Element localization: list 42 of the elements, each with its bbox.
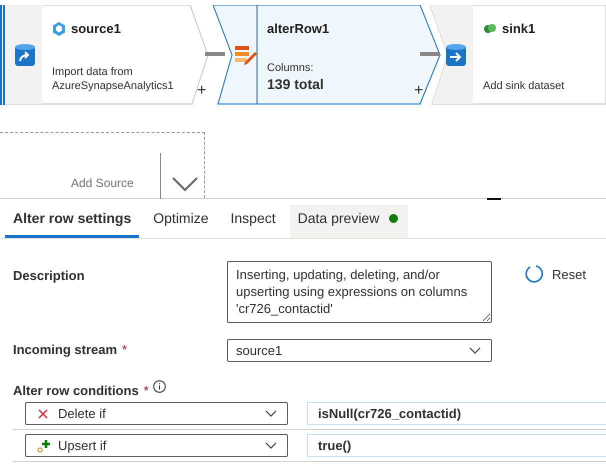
add-button[interactable]: + — [197, 83, 206, 99]
info-icon — [152, 380, 166, 393]
cross-icon — [36, 406, 50, 420]
scroll-marker — [487, 198, 501, 200]
asterisk-plus-icon — [36, 438, 50, 452]
tab[interactable]: Alter row settings — [5, 205, 140, 238]
chevron-down-icon — [469, 346, 481, 354]
circles-icon — [483, 21, 497, 36]
condition-type-dropdown[interactable]: Upsert if — [25, 434, 288, 457]
node-title: alterRow1 — [267, 21, 330, 36]
node-subtitle: Columns: — [267, 61, 314, 75]
node-title: source1 — [71, 21, 121, 36]
reset-button[interactable]: Reset — [518, 263, 592, 285]
add-source-box[interactable]: Add Source — [0, 132, 205, 198]
field-label: Description — [13, 267, 86, 283]
condition-type-dropdown[interactable]: Delete if — [25, 402, 288, 425]
required-mark: * — [144, 383, 149, 398]
node-detail: 139 total — [267, 75, 325, 93]
node-title: sink1 — [502, 21, 536, 36]
add-source-label[interactable]: Add Source — [71, 176, 134, 190]
tab[interactable]: Inspect — [222, 205, 284, 238]
add-button[interactable]: + — [414, 83, 424, 99]
flow-node[interactable]: sink1 Add sink dataset — [430, 5, 606, 105]
node-detail: AzureSynapseAnalytics1 — [52, 79, 174, 93]
tab[interactable]: Optimize — [145, 205, 216, 238]
tab[interactable]: Data preview — [290, 205, 408, 238]
hexagon-icon — [52, 21, 66, 36]
stream-dropdown[interactable]: source1 — [227, 339, 492, 362]
expression-field[interactable]: true() — [307, 434, 606, 457]
node-subtitle: Add sink dataset — [483, 79, 564, 93]
field-label: Incoming stream — [13, 342, 118, 357]
database-icon — [444, 42, 468, 68]
chevron-down-icon — [265, 410, 277, 418]
database-icon — [13, 42, 37, 68]
node-subtitle: Import data from — [52, 65, 134, 79]
chevron-down-icon — [265, 442, 277, 450]
required-mark: * — [122, 342, 128, 357]
field-label: Alter row conditions — [13, 383, 139, 398]
description-field[interactable]: Inserting, updating, deleting, and/or upserting using expressions on columns 'cr726_contactid' — [227, 261, 492, 323]
refresh-icon — [524, 264, 544, 284]
chevron-down-icon — [171, 176, 199, 192]
expression-field[interactable]: isNull(cr726_contactid) — [307, 402, 606, 425]
